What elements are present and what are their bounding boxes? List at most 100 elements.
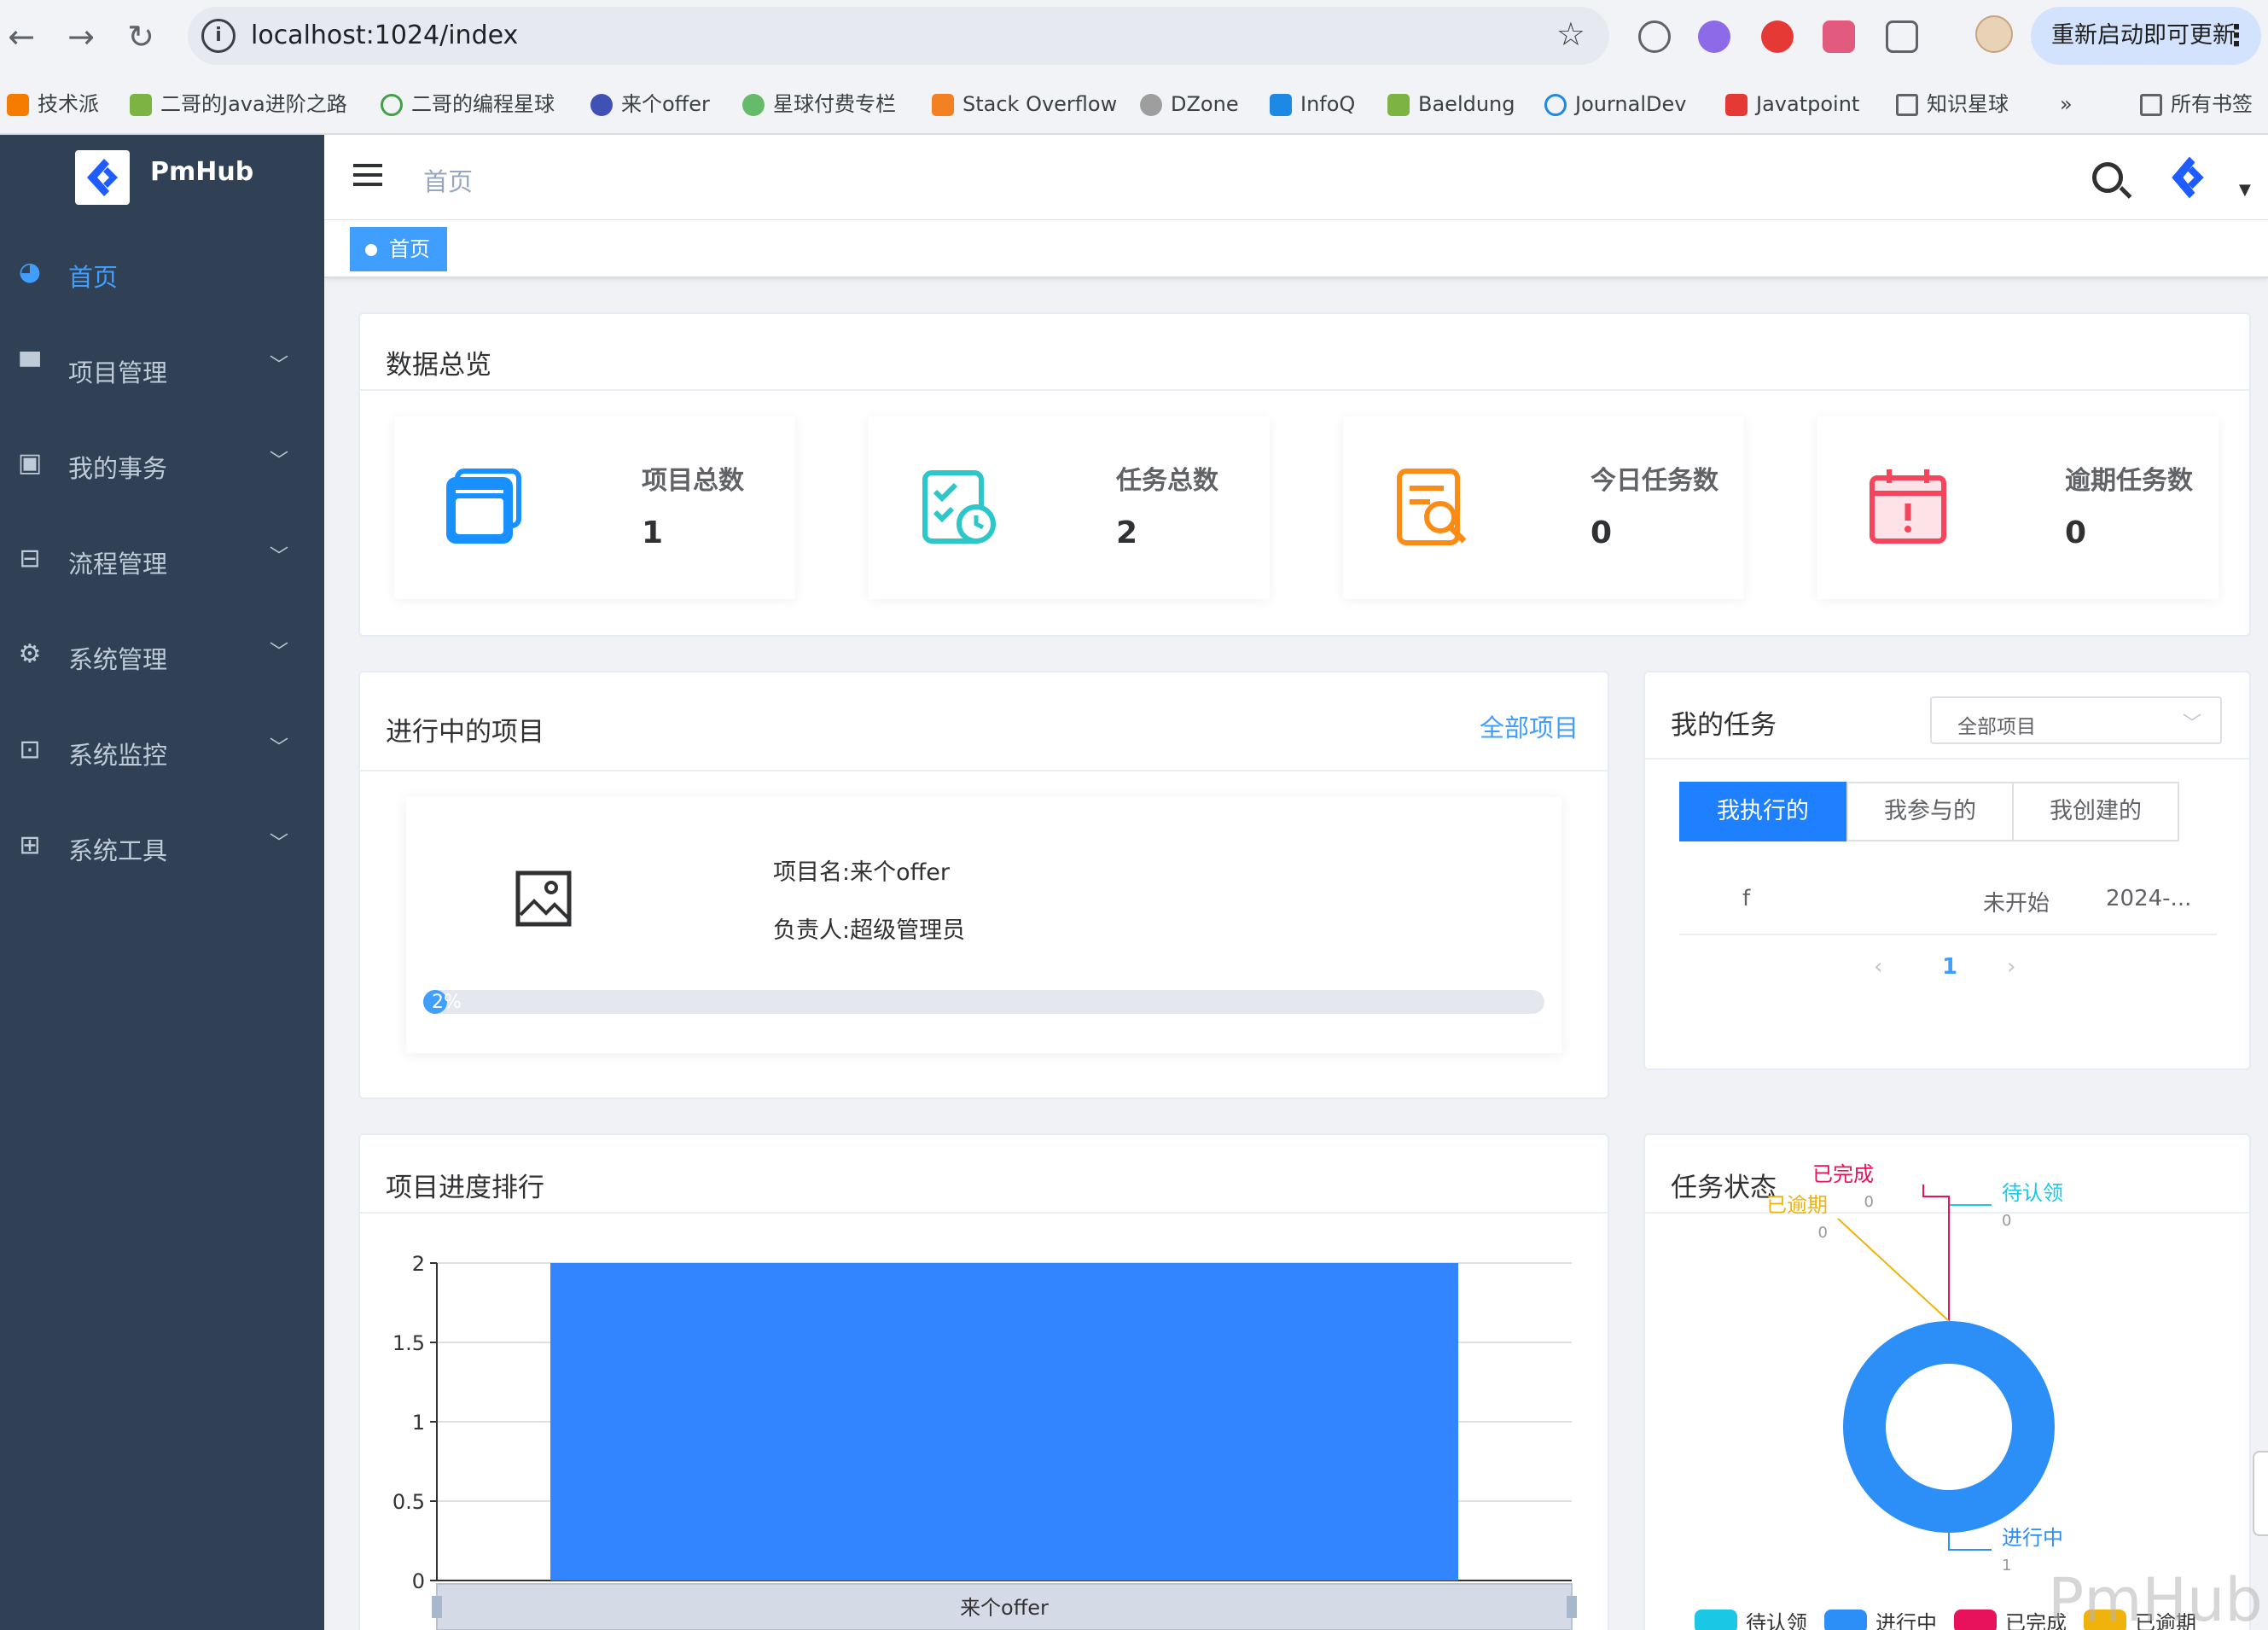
stat-card-today-tasks[interactable]: 今日任务数 0 xyxy=(1343,416,1744,599)
stat-card-projects[interactable]: 项目总数 1 xyxy=(394,416,795,599)
sidebar-item-my-affairs[interactable]: ▣ 我的事务 ﹀ xyxy=(0,418,324,514)
url-text[interactable]: localhost:1024/index xyxy=(251,20,518,50)
table-row[interactable]: f 未开始 2024-... xyxy=(1679,869,2217,935)
stat-card-overdue-tasks[interactable]: 逾期任务数 0 xyxy=(1817,416,2219,599)
bookmark-item[interactable]: 二哥的Java进阶之路 xyxy=(130,87,347,121)
chevron-down-icon: ﹀ xyxy=(270,737,289,759)
site-info-icon[interactable]: i xyxy=(201,19,236,53)
stat-label: 项目总数 xyxy=(642,466,744,496)
bookmark-item[interactable]: Javatpoint xyxy=(1725,87,1859,121)
bookmarks-overflow[interactable]: » xyxy=(2060,87,2073,121)
stat-label: 任务总数 xyxy=(1116,466,1218,496)
x-tick-label: 来个offer xyxy=(960,1596,1049,1620)
sidebar-item-system-management[interactable]: ⚙ 系统管理 ﹀ xyxy=(0,609,324,705)
my-tasks-title: 我的任务 xyxy=(1671,710,1777,741)
top-navbar: 首页 ▼ xyxy=(324,135,2268,220)
progress-bar-chart: 0 0.5 1 1.5 2 来个offer xyxy=(393,1252,1577,1630)
my-tasks-card: 我的任务 全部项目 ﹀ 我执行的 我参与的 我创建的 f 未开始 2024-..… xyxy=(1643,671,2251,1070)
extensions-puzzle-icon[interactable] xyxy=(1886,20,1918,53)
extension-sync-icon[interactable] xyxy=(1638,20,1671,53)
bookmark-item[interactable]: Baeldung xyxy=(1387,87,1515,121)
bookmark-item[interactable]: InfoQ xyxy=(1270,87,1355,121)
window-icon xyxy=(446,469,521,544)
project-progress-bar: 2% xyxy=(423,990,1544,1014)
pager-prev-icon[interactable]: ‹ xyxy=(1874,954,1882,980)
donut-slice xyxy=(1842,1321,2055,1533)
tag-home[interactable]: 首页 xyxy=(350,227,447,271)
chevron-down-icon: ﹀ xyxy=(270,833,289,854)
breadcrumb: 首页 xyxy=(423,167,474,196)
stat-value: 0 xyxy=(2065,515,2087,550)
stat-value: 1 xyxy=(642,515,664,550)
legend-label: 进行中 xyxy=(1875,1611,1937,1630)
sidebar-item-system-monitor[interactable]: ⊡ 系统监控 ﹀ xyxy=(0,705,324,800)
bookmark-item[interactable]: 技术派 xyxy=(7,87,99,121)
tab-created[interactable]: 我创建的 xyxy=(2012,782,2179,841)
caret-down-icon[interactable]: ▼ xyxy=(2239,181,2251,199)
sidebar: PmHub ◕ 首页 ▀ 项目管理 ﹀ ▣ 我的事务 ﹀ ⊟ 流程管理 ﹀ ⚙ … xyxy=(0,135,324,1630)
sidebar-item-home[interactable]: ◕ 首页 xyxy=(0,227,324,323)
extension-abp-icon[interactable] xyxy=(1761,20,1794,53)
dashboard-icon: ◕ xyxy=(18,257,42,287)
bookmark-item[interactable]: Stack Overflow xyxy=(932,87,1117,121)
tab-executing[interactable]: 我执行的 xyxy=(1679,782,1846,841)
task-status-donut-chart: 待认领0已完成0已逾期0进行中1待认领 进行中 已完成 已逾期 xyxy=(1695,1162,2196,1630)
task-clock-icon xyxy=(922,470,996,544)
gear-icon: ⚙ xyxy=(18,639,42,669)
pager-next-icon[interactable]: › xyxy=(2007,954,2015,980)
hamburger-icon[interactable] xyxy=(353,164,382,189)
task-name: f xyxy=(1742,886,1751,911)
project-item[interactable]: 项目名:来个offer 负责人:超级管理员 2% xyxy=(406,797,1561,1053)
back-icon[interactable]: ← xyxy=(0,15,43,58)
overview-title: 数据总览 xyxy=(386,350,491,381)
sidebar-item-system-tools[interactable]: ⊞ 系统工具 ﹀ xyxy=(0,800,324,896)
y-tick-label: 0.5 xyxy=(393,1490,425,1514)
all-projects-link[interactable]: 全部项目 xyxy=(1480,708,1579,744)
reload-icon[interactable]: ↻ xyxy=(119,15,162,58)
chevron-down-icon: ﹀ xyxy=(2182,713,2201,735)
sidebar-item-process-management[interactable]: ⊟ 流程管理 ﹀ xyxy=(0,514,324,609)
bookmark-folder[interactable]: 知识星球 xyxy=(1896,87,2009,121)
folder-icon: ▀ xyxy=(20,352,40,382)
label-line xyxy=(1948,1533,1992,1551)
bookmark-item[interactable]: 星球付费专栏 xyxy=(742,87,896,121)
bookmark-item[interactable]: 来个offer xyxy=(590,87,710,121)
user-avatar[interactable] xyxy=(2162,152,2213,203)
extension-translate-icon[interactable] xyxy=(1823,20,1855,53)
chevron-down-icon: ﹀ xyxy=(270,642,289,663)
update-button[interactable]: 重新启动即可更新 ⋮ xyxy=(2031,7,2261,65)
stat-card-tasks[interactable]: 任务总数 2 xyxy=(869,416,1270,599)
address-bar[interactable]: i localhost:1024/index ☆ xyxy=(188,7,1609,65)
bookmark-item[interactable]: DZone xyxy=(1140,87,1239,121)
slice-label: 待认领 xyxy=(2002,1181,2063,1205)
slice-label: 进行中 xyxy=(2002,1526,2063,1550)
extension-purple-icon[interactable] xyxy=(1698,20,1730,53)
all-bookmarks-folder[interactable]: 所有书签 xyxy=(2140,87,2253,121)
tab-participating[interactable]: 我参与的 xyxy=(1846,782,2014,841)
zoom-handle-right xyxy=(1567,1596,1577,1618)
search-icon[interactable] xyxy=(2092,162,2123,193)
profile-avatar[interactable] xyxy=(1975,15,2013,53)
bookmark-star-icon[interactable]: ☆ xyxy=(1556,15,1585,53)
project-filter-select[interactable]: 全部项目 ﹀ xyxy=(1930,696,2222,744)
bookmark-item[interactable]: 二哥的编程星球 xyxy=(381,87,555,121)
divider xyxy=(360,389,2249,391)
document-icon: ▣ xyxy=(17,448,43,478)
monitor-icon: ⊡ xyxy=(19,735,41,765)
slice-value: 0 xyxy=(1818,1224,1828,1242)
watermark: PmHub xyxy=(2048,1565,2263,1630)
forward-icon[interactable]: → xyxy=(60,15,102,58)
side-floating-widget[interactable] xyxy=(2253,1451,2268,1536)
app-logo[interactable] xyxy=(75,150,130,205)
progress-label: 2% xyxy=(432,992,462,1013)
menu-dots-icon[interactable]: ⋮ xyxy=(2222,7,2251,65)
label-line xyxy=(1948,1204,1992,1321)
pager-page[interactable]: 1 xyxy=(1942,954,1957,980)
bookmark-item[interactable]: JournalDev xyxy=(1544,87,1686,121)
sidebar-item-project-management[interactable]: ▀ 项目管理 ﹀ xyxy=(0,323,324,418)
slice-label: 已完成 xyxy=(1812,1162,1874,1186)
slice-value: 0 xyxy=(2002,1212,2011,1230)
project-name: 项目名:来个offer xyxy=(773,859,950,886)
chevron-down-icon: ﹀ xyxy=(270,355,289,376)
image-placeholder-icon xyxy=(515,870,572,927)
